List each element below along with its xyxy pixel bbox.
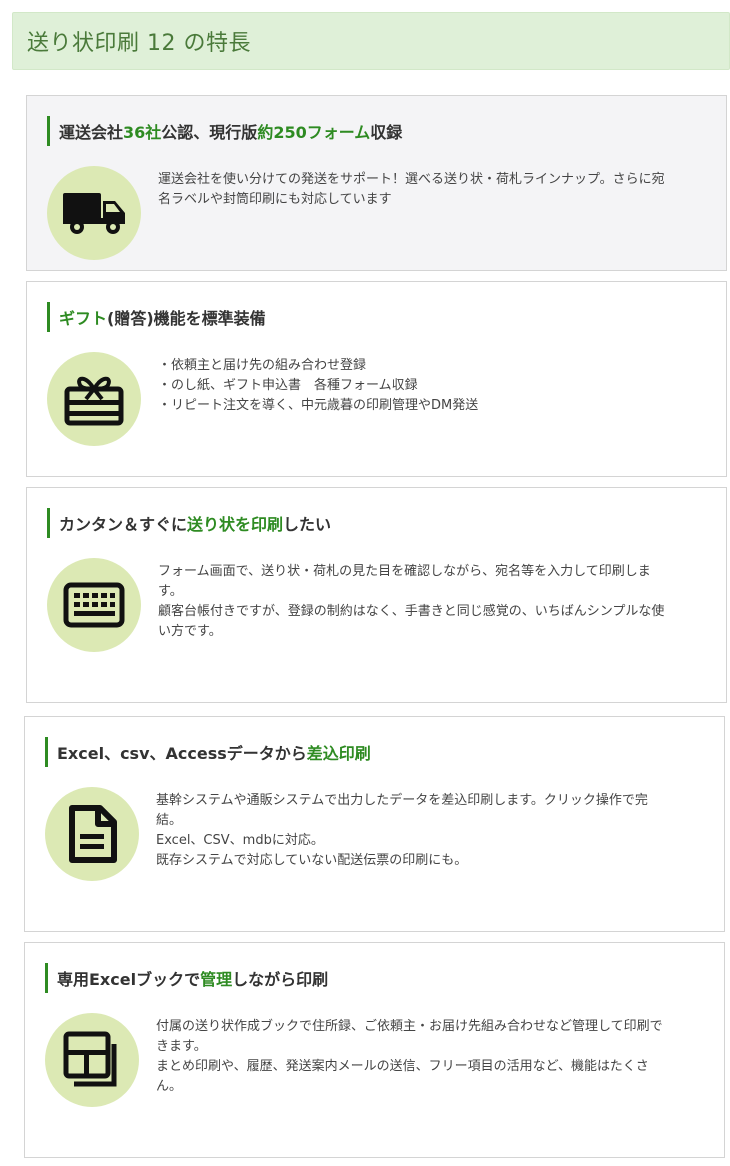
description-line: 名ラベルや封筒印刷にも対応しています xyxy=(158,192,392,207)
title-text: (贈答)機能を標準装備 xyxy=(107,309,266,328)
feature-card-easy-print: カンタン＆すぐに 送り状を印刷 したい フォーム画面で、送り状・荷札の見た目を確認し… xyxy=(26,487,727,703)
feature-card-excel-book: 専用Excelブックで 管理 しながら印刷 付属の送り状作成ブックで住所録、ご依頼主… xyxy=(24,942,725,1158)
feature-title: ギフト (贈答)機能を標準装備 xyxy=(47,302,266,332)
truck-icon xyxy=(47,166,141,260)
title-highlight: 管理 xyxy=(200,970,233,989)
feature-card-gift: ギフト (贈答)機能を標準装備 ・依頼主と届け先の組み合わせ登録 ・のし紙、ギフト… xyxy=(26,281,727,477)
title-highlight: 約250フォーム xyxy=(257,123,371,142)
description-line: まとめ印刷や、履歴、発送案内メールの送信、フリー項目の活用など、機能はたくさ xyxy=(156,1059,649,1074)
feature-title: Excel、csv、Accessデータから 差込印刷 xyxy=(45,737,371,767)
description-line: ん。 xyxy=(156,1079,183,1094)
title-text: しながら印刷 xyxy=(232,970,329,989)
feature-description: フォーム画面で、送り状・荷札の見た目を確認しながら、宛名等を入力して印刷しま す… xyxy=(158,562,710,642)
page-title: 送り状印刷 12 の特長 xyxy=(27,31,251,56)
gift-card-icon xyxy=(47,352,141,446)
description-line: Excel、CSV、mdbに対応。 xyxy=(156,833,324,848)
feature-card-carriers: 運送会社 36社 公認、現行版 約250フォーム 収録 運送会社を使い分けての発送をサポ… xyxy=(26,95,727,271)
title-text: 収録 xyxy=(370,123,403,142)
title-highlight: 送り状を印刷 xyxy=(187,515,284,534)
description-line: 顧客台帳付きですが、登録の制約はなく、手書きと同じ感覚の、いちばんシンプルな使 xyxy=(158,604,665,619)
description-line: ・のし紙、ギフト申込書 各種フォーム収録 xyxy=(158,378,418,393)
page-header: 送り状印刷 12 の特長 xyxy=(12,12,730,70)
feature-description: 基幹システムや通販システムで出力したデータを差込印刷します。クリック操作で完 結… xyxy=(156,791,708,871)
feature-description: ・依頼主と届け先の組み合わせ登録 ・のし紙、ギフト申込書 各種フォーム収録 ・リ… xyxy=(158,356,710,416)
description-line: きます。 xyxy=(156,1039,207,1054)
title-highlight: ギフト xyxy=(59,309,108,328)
title-text: 公認、現行版 xyxy=(161,123,258,142)
title-text: カンタン＆すぐに xyxy=(59,515,188,534)
description-line: 付属の送り状作成ブックで住所録、ご依頼主・お届け先組み合わせなど管理して印刷で xyxy=(156,1019,663,1034)
title-text: 運送会社 xyxy=(59,123,124,142)
description-line: 基幹システムや通販システムで出力したデータを差込印刷します。クリック操作で完 xyxy=(156,793,648,808)
title-highlight: 36社 xyxy=(123,123,162,142)
title-text: Excel、csv、Accessデータから xyxy=(57,744,307,763)
description-line: ・依頼主と届け先の組み合わせ登録 xyxy=(158,358,367,373)
description-line: ・リピート注文を導く、中元歳暮の印刷管理やDM発送 xyxy=(158,398,479,413)
feature-description: 運送会社を使い分けての発送をサポート！選べる送り状・荷札ラインナップ。さらに宛 … xyxy=(158,170,710,210)
feature-title: 専用Excelブックで 管理 しながら印刷 xyxy=(45,963,328,993)
description-line: 結。 xyxy=(156,813,183,828)
feature-description: 付属の送り状作成ブックで住所録、ご依頼主・お届け先組み合わせなど管理して印刷で … xyxy=(156,1017,708,1097)
title-highlight: 差込印刷 xyxy=(306,744,371,763)
feature-card-merge-print: Excel、csv、Accessデータから 差込印刷 基幹システムや通販システムで… xyxy=(24,716,725,932)
workbook-icon xyxy=(45,1013,139,1107)
document-icon xyxy=(45,787,139,881)
feature-title: 運送会社 36社 公認、現行版 約250フォーム 収録 xyxy=(47,116,402,146)
description-line: い方です。 xyxy=(158,624,222,639)
description-line: フォーム画面で、送り状・荷札の見た目を確認しながら、宛名等を入力して印刷しま xyxy=(158,564,651,579)
title-text: したい xyxy=(283,515,332,534)
feature-title: カンタン＆すぐに 送り状を印刷 したい xyxy=(47,508,331,538)
description-line: 運送会社を使い分けての発送をサポート！選べる送り状・荷札ラインナップ。さらに宛 xyxy=(158,172,665,187)
keyboard-icon xyxy=(47,558,141,652)
description-line: す。 xyxy=(158,584,183,599)
description-line: 既存システムで対応していない配送伝票の印刷にも。 xyxy=(156,853,468,868)
title-text: 専用Excelブックで xyxy=(57,970,201,989)
